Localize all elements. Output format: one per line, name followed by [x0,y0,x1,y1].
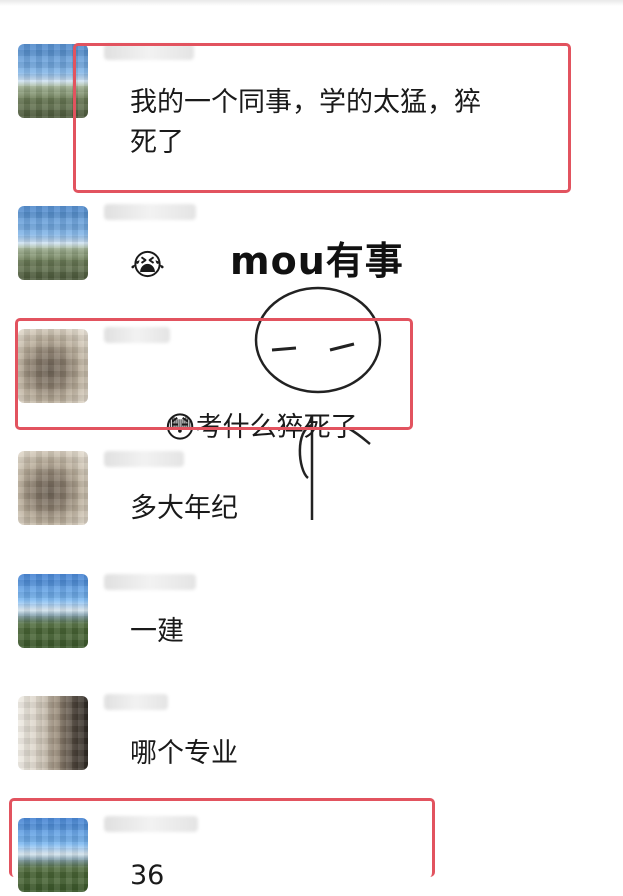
message-text: 😭 [130,248,166,283]
stone-avatar-icon[interactable] [18,451,88,525]
sender-name-blurred [104,694,168,710]
top-strip [0,0,623,6]
message-text: 一建 [130,616,184,647]
sender-name-blurred [104,451,184,467]
landscape-avatar-icon[interactable] [18,206,88,280]
highlight-box [15,318,413,430]
statue-avatar-icon[interactable] [18,696,88,770]
castle-avatar-icon[interactable] [18,574,88,648]
highlight-box [73,43,571,193]
sender-name-blurred [104,204,196,220]
message-text: 多大年纪 [130,493,238,524]
highlight-box [9,798,435,877]
message-text: 哪个专业 [130,738,238,769]
sender-name-blurred [104,574,196,590]
